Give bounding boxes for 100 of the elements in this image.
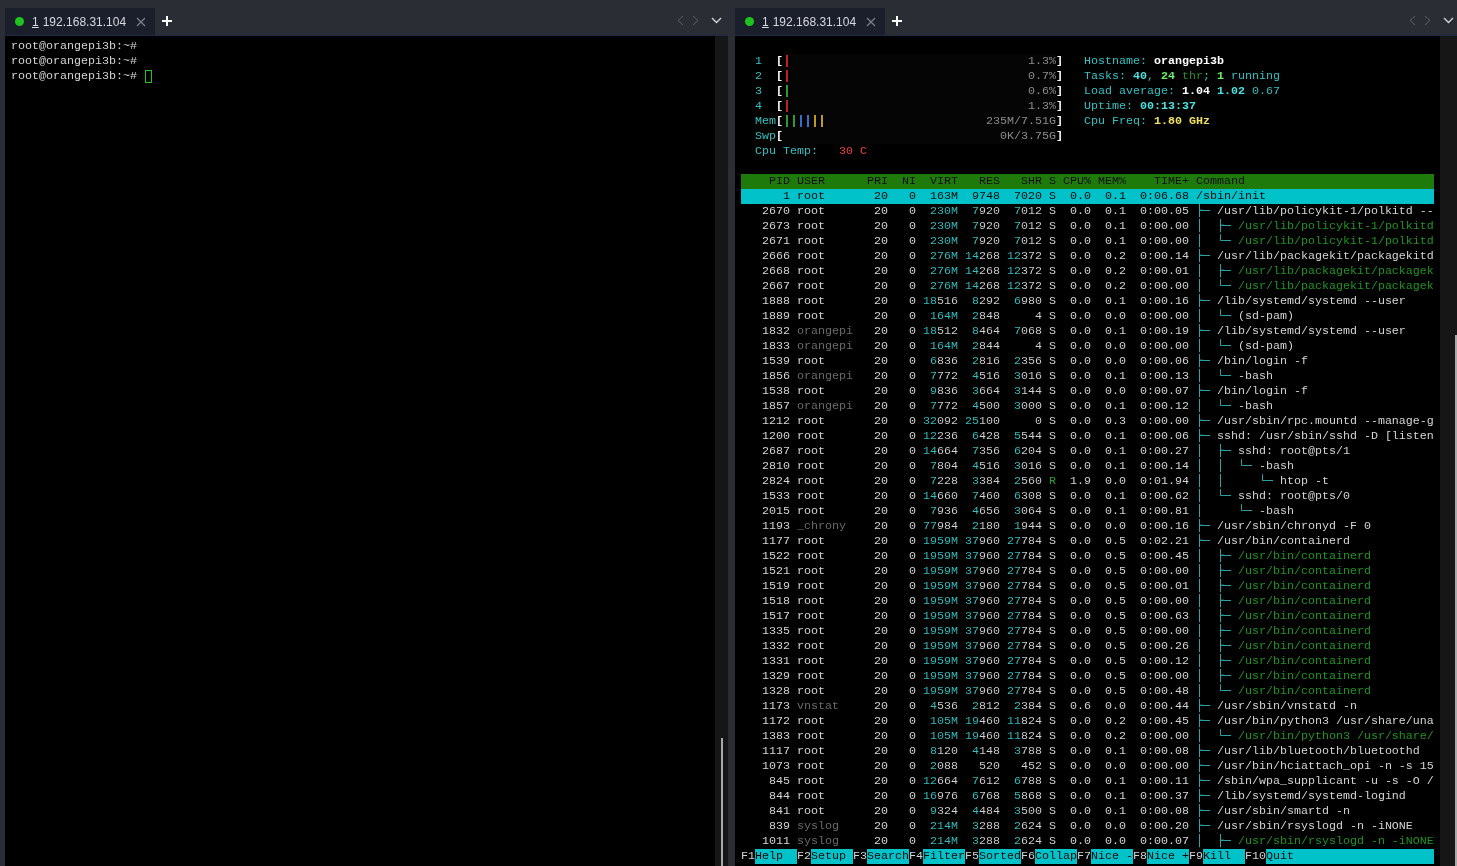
process-row[interactable]: 1856 orangepi 20 0 7772 4516 3016 S 0.0 0.1 0:00.13 │ └─ -bash xyxy=(741,369,1434,384)
function-key[interactable]: Quit xyxy=(1266,849,1434,864)
process-row[interactable]: 1328 root 20 0 1959M 37960 27784 S 0.0 0.5 0:00.48 │ └─ /usr/bin/containerd xyxy=(741,684,1434,699)
process-row[interactable]: 2671 root 20 0 230M 7920 7012 S 0.0 0.1 0:00.00 │ └─ /usr/lib/policykit-1/polkitd xyxy=(741,234,1434,249)
scrollbar-thumb[interactable] xyxy=(721,738,723,866)
function-key[interactable]: Sorted xyxy=(979,849,1021,864)
table-cell-text: 1856 xyxy=(761,369,790,384)
table-cell-text: 20 xyxy=(873,504,888,519)
process-row[interactable]: 1332 root 20 0 1959M 37960 27784 S 0.0 0.5 0:00.26 │ ├─ /usr/bin/containerd xyxy=(741,639,1434,654)
table-cell-text: 0.5 xyxy=(1104,534,1126,549)
table-cell-text: 0:00.01 xyxy=(1139,264,1189,279)
column-header[interactable]: CPU% xyxy=(1063,174,1091,189)
process-row[interactable]: 1 root 20 0 163M 9748 7020 S 0.0 0.1 0:06.68 /sbin/init xyxy=(741,189,1434,204)
process-row[interactable]: 1517 root 20 0 1959M 37960 27784 S 0.0 0.5 0:00.63 │ ├─ /usr/bin/containerd xyxy=(741,609,1434,624)
table-cell-text: 0.0 xyxy=(1069,249,1091,264)
close-icon[interactable] xyxy=(136,16,146,27)
table-cell-text: 20 xyxy=(873,414,888,429)
caret-down-icon[interactable] xyxy=(711,17,722,24)
function-key[interactable]: Kill xyxy=(1203,849,1245,864)
process-row[interactable]: 1177 root 20 0 1959M 37960 27784 S 0.0 0.5 0:02.21 ├─ /usr/bin/containerd xyxy=(741,534,1434,549)
process-row[interactable]: 2668 root 20 0 276M 14268 12372 S 0.0 0.2 0:00.01 │ ├─ /usr/lib/packagekit/packagek xyxy=(741,264,1434,279)
process-row[interactable]: 844 root 20 0 16976 6768 5868 S 0.0 0.1 0:00.37 ├─ /lib/systemd/systemd-logind xyxy=(741,789,1434,804)
process-row[interactable]: 1519 root 20 0 1959M 37960 27784 S 0.0 0.5 0:00.01 │ ├─ /usr/bin/containerd xyxy=(741,579,1434,594)
table-cell-text: 0 xyxy=(908,324,916,339)
column-header[interactable]: NI xyxy=(895,174,916,189)
process-row[interactable]: 1073 root 20 0 2088 520 452 S 0.0 0.0 0:00.00 ├─ /usr/bin/hciattach_opi -n -s 15 xyxy=(741,759,1434,774)
function-key[interactable]: Collap xyxy=(1035,849,1077,864)
function-key[interactable]: Nice - xyxy=(1091,849,1133,864)
process-row[interactable]: 841 root 20 0 9324 4484 3500 S 0.0 0.1 0:00.08 ├─ /usr/sbin/smartd -n xyxy=(741,804,1434,819)
process-row[interactable]: 1857 orangepi 20 0 7772 4500 3000 S 0.0 0.1 0:00.12 │ └─ -bash xyxy=(741,399,1434,414)
process-row[interactable]: 1193 _chrony 20 0 77984 2180 1944 S 0.0 0.0 0:00.16 ├─ /usr/sbin/chronyd -F 0 xyxy=(741,519,1434,534)
process-row[interactable]: 2824 root 20 0 7228 3384 2560 R 1.9 0.0 0:01.94 │ │ └─ htop -t xyxy=(741,474,1434,489)
table-cell: S xyxy=(1049,519,1056,534)
process-row[interactable]: 845 root 20 0 12664 7612 6788 S 0.0 0.1 0:00.11 ├─ /sbin/wpa_supplicant -u -s -O / xyxy=(741,774,1434,789)
process-row[interactable]: 1331 root 20 0 1959M 37960 27784 S 0.0 0.5 0:00.12 │ ├─ /usr/bin/containerd xyxy=(741,654,1434,669)
table-cell: ├─ /usr/bin/hciattach_opi -n -s 15 xyxy=(1196,759,1434,774)
column-header[interactable]: Command xyxy=(1196,174,1434,189)
process-row[interactable]: 1889 root 20 0 164M 2848 4 S 0.0 0.0 0:00.00 │ └─ (sd-pam) xyxy=(741,309,1434,324)
function-key[interactable]: Setup xyxy=(811,849,853,864)
process-row[interactable]: 1518 root 20 0 1959M 37960 27784 S 0.0 0.5 0:00.00 │ ├─ /usr/bin/containerd xyxy=(741,594,1434,609)
meter-label: 3 xyxy=(755,84,763,99)
process-row[interactable]: 1538 root 20 0 9836 3664 3144 S 0.0 0.0 0:00.07 ├─ /bin/login -f xyxy=(741,384,1434,399)
table-cell-text: │ ├─ /usr/bin/containerd xyxy=(1196,564,1372,579)
table-cell-text: 20 xyxy=(873,489,888,504)
process-row[interactable]: 1212 root 20 0 32092 25100 0 S 0.0 0.3 0:00.00 ├─ /usr/sbin/rpc.mountd --manage-g xyxy=(741,414,1434,429)
table-cell-text: 20 xyxy=(873,204,888,219)
table-cell-text: 0.0 xyxy=(1069,219,1091,234)
process-row[interactable]: 1539 root 20 0 6836 2816 2356 S 0.0 0.0 0:00.06 ├─ /bin/login -f xyxy=(741,354,1434,369)
table-cell-text: 0 xyxy=(908,744,916,759)
process-row[interactable]: 2687 root 20 0 14664 7356 6204 S 0.0 0.1 0:00.27 │ ├─ sshd: root@pts/1 xyxy=(741,444,1434,459)
process-row[interactable]: 1011 syslog 20 0 214M 3288 2624 S 0.0 0.0 0:00.07 │ ├─ /usr/sbin/rsyslogd -n -iNONE xyxy=(741,834,1434,849)
function-key[interactable]: Search xyxy=(867,849,909,864)
meter-bracket: [ xyxy=(776,129,783,144)
tab[interactable]: 1 192.168.31.104 xyxy=(5,8,155,35)
scrollbar-thumb[interactable] xyxy=(1454,335,1457,866)
table-cell-text: 1173 xyxy=(761,699,790,714)
table-cell-text: 1522 xyxy=(761,549,790,564)
meter-label: Mem xyxy=(755,114,776,129)
table-cell-text: 0.5 xyxy=(1104,669,1126,684)
process-row[interactable]: 839 syslog 20 0 214M 3288 2624 S 0.0 0.0 0:00.20 ├─ /usr/sbin/rsyslogd -n -iNONE xyxy=(741,819,1434,834)
process-row[interactable]: 2666 root 20 0 276M 14268 12372 S 0.0 0.2 0:00.14 ├─ /usr/lib/packagekit/packagekitd xyxy=(741,249,1434,264)
tab[interactable]: 1 192.168.31.104 xyxy=(735,8,885,35)
key-label: F6 xyxy=(1021,849,1035,864)
table-cell-text: 2673 xyxy=(761,219,790,234)
table-cell-text: 0 xyxy=(908,759,916,774)
table-cell-text: 0 xyxy=(908,264,916,279)
process-row[interactable]: 1172 root 20 0 105M 19460 11824 S 0.0 0.2 0:00.45 ├─ /usr/bin/python3 /usr/share/una xyxy=(741,714,1434,729)
process-row[interactable]: 1522 root 20 0 1959M 37960 27784 S 0.0 0.5 0:00.45 │ ├─ /usr/bin/containerd xyxy=(741,549,1434,564)
process-row[interactable]: 1335 root 20 0 1959M 37960 27784 S 0.0 0.5 0:00.00 │ ├─ /usr/bin/containerd xyxy=(741,624,1434,639)
process-row[interactable]: 1200 root 20 0 12236 6428 5544 S 0.0 0.1 0:00.06 ├─ sshd: /usr/sbin/sshd -D [listen xyxy=(741,429,1434,444)
table-cell-text: 0.0 xyxy=(1069,759,1091,774)
process-row[interactable]: 1832 orangepi 20 0 18512 8464 7068 S 0.0 0.1 0:00.19 ├─ /lib/systemd/systemd --user xyxy=(741,324,1434,339)
table-cell-text: 0 xyxy=(908,444,916,459)
process-row[interactable]: 2015 root 20 0 7936 4656 3064 S 0.0 0.1 0:00.81 │ └─ -bash xyxy=(741,504,1434,519)
table-cell: S xyxy=(1049,714,1056,729)
table-cell-text: root xyxy=(797,744,826,759)
process-row[interactable]: 2667 root 20 0 276M 14268 12372 S 0.0 0.2 0:00.00 │ └─ /usr/lib/packagekit/packagek xyxy=(741,279,1434,294)
scrollbar[interactable] xyxy=(715,36,728,866)
process-row[interactable]: 1329 root 20 0 1959M 37960 27784 S 0.0 0.5 0:00.00 │ ├─ /usr/bin/containerd xyxy=(741,669,1434,684)
process-row[interactable]: 2810 root 20 0 7804 4516 3016 S 0.0 0.1 0:00.14 │ │ └─ -bash xyxy=(741,459,1434,474)
plus-icon[interactable] xyxy=(162,16,172,26)
process-row[interactable]: 1173 vnstat 20 0 4536 2812 2384 S 0.6 0.0 0:00.44 ├─ /usr/sbin/vnstatd -n xyxy=(741,699,1434,714)
close-icon[interactable] xyxy=(866,16,876,27)
table-cell-text: │ └─ /usr/bin/containerd xyxy=(1196,684,1372,699)
process-row[interactable]: 1533 root 20 0 14660 7460 6308 S 0.0 0.1 0:00.62 │ └─ sshd: root@pts/0 xyxy=(741,489,1434,504)
caret-down-icon[interactable] xyxy=(1442,17,1454,24)
function-key[interactable]: Help xyxy=(755,849,797,864)
table-cell-text: 0:00.37 xyxy=(1139,789,1189,804)
process-row[interactable]: 1383 root 20 0 105M 19460 11824 S 0.0 0.2 0:00.00 │ └─ /usr/bin/python3 /usr/share/ xyxy=(741,729,1434,744)
process-row[interactable]: 1117 root 20 0 8120 4148 3788 S 0.0 0.1 0:00.08 ├─ /usr/lib/bluetooth/bluetoothd xyxy=(741,744,1434,759)
function-key[interactable]: Filter xyxy=(923,849,965,864)
meter-bracket: ] xyxy=(1056,99,1063,114)
process-row[interactable]: 2673 root 20 0 230M 7920 7012 S 0.0 0.1 0:00.00 │ ├─ /usr/lib/policykit-1/polkitd xyxy=(741,219,1434,234)
meter-bracket: [ xyxy=(776,114,783,129)
plus-icon[interactable] xyxy=(892,16,902,26)
process-row[interactable]: 1888 root 20 0 18516 8292 6980 S 0.0 0.1 0:00.16 ├─ /lib/systemd/systemd --user xyxy=(741,294,1434,309)
process-row[interactable]: 1833 orangepi 20 0 164M 2844 4 S 0.0 0.0 0:00.00 │ └─ (sd-pam) xyxy=(741,339,1434,354)
function-key[interactable]: Nice + xyxy=(1147,849,1189,864)
process-row[interactable]: 2670 root 20 0 230M 7920 7012 S 0.0 0.1 0:00.05 ├─ /usr/lib/policykit-1/polkitd -- xyxy=(741,204,1434,219)
process-row[interactable]: 1521 root 20 0 1959M 37960 27784 S 0.0 0.5 0:00.00 │ ├─ /usr/bin/containerd xyxy=(741,564,1434,579)
